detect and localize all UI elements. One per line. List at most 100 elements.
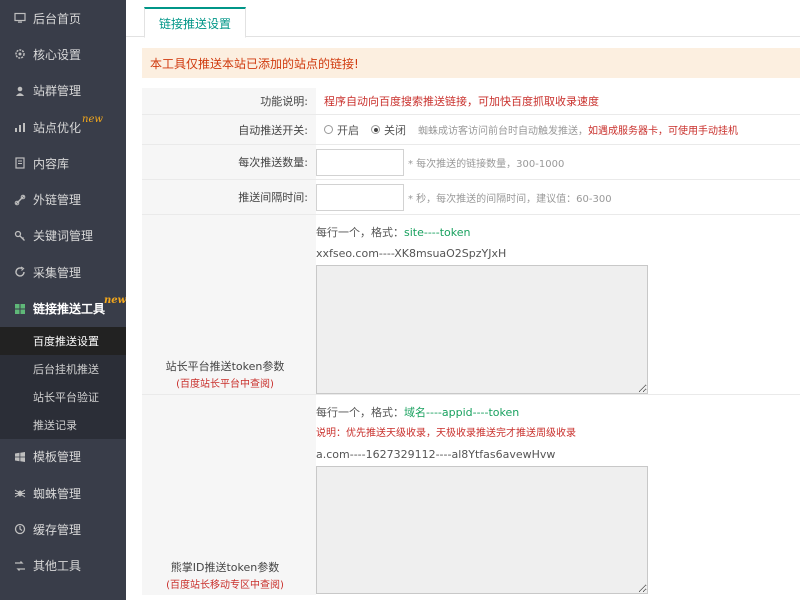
field-label: 每次推送数量: [142,145,316,179]
format-line: 每行一个，格式：域名----appid----token [316,403,519,422]
key-icon [13,229,27,243]
sidebar-item-cache[interactable]: 缓存管理 [0,511,126,547]
tab-link-push-settings[interactable]: 链接推送设置 [144,7,247,38]
windows-icon [13,450,27,464]
tools-icon [13,559,27,573]
sidebar-subitem-baidu-push-settings[interactable]: 百度推送设置 [0,326,126,355]
sidebar-item-other-tools[interactable]: 其他工具 [0,548,126,584]
form-row-xiongzhang-token: 熊掌ID推送token参数 (百度站长移动专区中查阅) 每行一个，格式：域名--… [142,395,800,595]
sidebar-subitem-label: 推送记录 [33,418,77,432]
sidebar-item-label: 内容库 [33,156,70,171]
sidebar-item-label: 模板管理 [33,450,82,465]
sidebar-item-collection[interactable]: 采集管理 [0,254,126,290]
main-content: 链接推送设置 本工具仅推送本站已添加的站点的链接! 功能说明: 程序自动向百度搜… [126,0,800,600]
sidebar-subitem-label: 百度推送设置 [33,334,99,348]
sidebar-item-label: 后台首页 [33,11,82,26]
format-value: site----token [404,226,471,239]
format-prefix: 每行一个，格式： [316,226,404,239]
field-value: 每行一个，格式：域名----appid----token 说明：优先推送天级收录… [316,395,800,595]
format-line: 每行一个，格式：site----token [316,223,471,242]
grid-icon [13,302,27,316]
sidebar-item-site-group[interactable]: 站群管理 [0,73,126,109]
database-icon [13,522,27,536]
sidebar-item-label: 链接推送工具 [33,302,106,317]
sidebar-item-home[interactable]: 后台首页 [0,0,126,36]
sidebar-item-keywords[interactable]: 关键词管理 [0,218,126,254]
xiongzhang-token-sublabel: (百度站长移动专区中查阅) [166,580,284,591]
sidebar-item-label: 采集管理 [33,265,82,280]
sidebar-subitem-push-records[interactable]: 推送记录 [0,411,126,439]
field-value: * 每次推送的链接数量，300-1000 [316,145,800,179]
form-row-description: 功能说明: 程序自动向百度搜索推送链接，可加快百度抓取收录速度 [142,88,800,115]
tab-bar: 链接推送设置 [126,0,800,38]
gear-icon [13,47,27,61]
radio-label: 关闭 [384,123,406,137]
notice-text: 本工具仅推送本站已添加的站点的链接! [150,56,359,71]
chart-icon [13,120,27,134]
sidebar-item-templates[interactable]: 模板管理 [0,439,126,475]
push-interval-input[interactable] [316,183,404,211]
field-label: 推送间隔时间: [142,180,316,214]
sidebar-subitem-background-push[interactable]: 后台挂机推送 [0,355,126,383]
spider-icon [13,486,27,500]
tab-label: 链接推送设置 [159,16,232,31]
webmaster-token-textarea[interactable] [316,265,648,394]
push-count-hint: * 每次推送的链接数量，300-1000 [408,158,565,170]
form-row-auto-push: 自动推送开关: 开启 关闭 蜘蛛成访客访问前台时自动触发推送， 如遇成服务器卡，可… [142,115,800,145]
monitor-icon [13,11,27,25]
sidebar-item-label: 外链管理 [33,193,82,208]
sidebar-item-label: 蜘蛛管理 [33,486,82,501]
xiongzhang-token-label: 熊掌ID推送token参数 [170,561,280,574]
webmaster-token-sublabel: (百度站长平台中查阅) [176,379,274,390]
sidebar-item-label: 关键词管理 [33,229,94,244]
sidebar-submenu: 百度推送设置 后台挂机推送 站长平台验证 推送记录 [0,326,126,439]
webmaster-token-label: 站长平台推送token参数 [165,360,285,373]
description-text: 程序自动向百度搜索推送链接，可加快百度抓取收录速度 [324,95,599,108]
format-value: 域名----appid----token [404,406,520,419]
document-icon [13,156,27,170]
settings-form: 功能说明: 程序自动向百度搜索推送链接，可加快百度抓取收录速度 自动推送开关: … [142,88,800,595]
new-badge: new [104,295,127,307]
sidebar-item-label: 缓存管理 [33,522,82,537]
radio-label: 开启 [337,123,359,137]
sidebar-item-label: 核心设置 [33,47,82,62]
field-label-block: 站长平台推送token参数 (百度站长平台中查阅) [142,215,316,394]
field-label: 自动推送开关: [142,115,316,144]
push-count-input[interactable] [316,148,404,176]
new-badge: new [82,113,103,125]
sidebar-item-label: 站点优化 [33,120,82,135]
field-value: 程序自动向百度搜索推送链接，可加快百度抓取收录速度 [316,88,800,114]
form-row-push-count: 每次推送数量: * 每次推送的链接数量，300-1000 [142,145,800,180]
format-prefix: 每行一个，格式： [316,406,404,419]
radio-dot [324,125,333,134]
sidebar: 后台首页 核心设置 站群管理 站点优化 new 内容库 外链管理 关键词管理 采… [0,0,126,600]
user-icon [13,84,27,98]
sidebar-item-core-settings[interactable]: 核心设置 [0,36,126,72]
refresh-icon [13,265,27,279]
auto-push-on-radio[interactable]: 开启 [324,122,359,138]
example-line: a.com----1627329112----al8Ytfas6avewHvw [316,448,556,461]
sidebar-item-content-library[interactable]: 内容库 [0,145,126,181]
field-value: 开启 关闭 蜘蛛成访客访问前台时自动触发推送， 如遇成服务器卡，可使用手动挂机 [316,115,800,144]
example-line: xxfseo.com----XK8msuaO2SpzYJxH [316,247,507,260]
auto-push-off-radio[interactable]: 关闭 [371,122,406,138]
sidebar-item-site-optimize[interactable]: 站点优化 new [0,109,126,145]
auto-push-hint-warning: 如遇成服务器卡，可使用手动挂机 [588,126,738,137]
xiongzhang-token-textarea[interactable] [316,466,648,594]
note-line: 说明：优先推送天级收录，天极收录推送完才推送周级收录 [316,428,576,439]
field-label: 功能说明: [142,88,316,114]
field-value: 每行一个，格式：site----token xxfseo.com----XK8m… [316,215,800,394]
sidebar-subitem-label: 站长平台验证 [33,390,99,404]
sidebar-item-label: 其他工具 [33,559,82,574]
sidebar-item-spiders[interactable]: 蜘蛛管理 [0,475,126,511]
sidebar-item-external-links[interactable]: 外链管理 [0,181,126,217]
auto-push-hint: 蜘蛛成访客访问前台时自动触发推送， [418,126,588,137]
link-icon [13,193,27,207]
field-value: * 秒，每次推送的间隔时间，建议值：60-300 [316,180,800,214]
sidebar-subitem-webmaster-verify[interactable]: 站长平台验证 [0,383,126,411]
sidebar-subitem-label: 后台挂机推送 [33,362,99,376]
field-label-block: 熊掌ID推送token参数 (百度站长移动专区中查阅) [142,395,316,595]
sidebar-item-link-push-tool[interactable]: 链接推送工具 new [0,290,126,326]
push-interval-hint: * 秒，每次推送的间隔时间，建议值：60-300 [408,193,612,205]
form-row-push-interval: 推送间隔时间: * 秒，每次推送的间隔时间，建议值：60-300 [142,180,800,215]
